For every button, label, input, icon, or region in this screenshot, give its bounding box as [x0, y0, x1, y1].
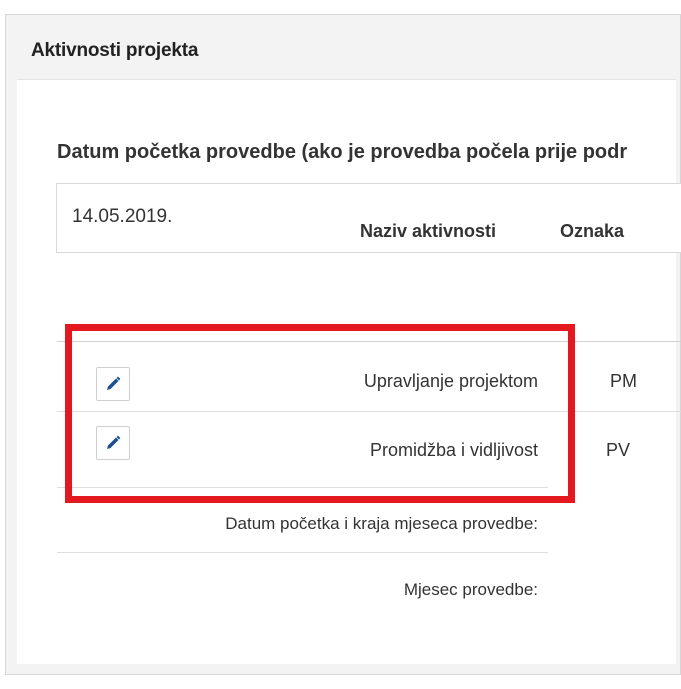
start-date-label: Datum početka provedbe (ako je provedba … — [57, 141, 628, 163]
field-divider — [57, 552, 548, 553]
row-divider — [57, 411, 681, 412]
edit-activity-button[interactable] — [96, 367, 130, 401]
column-header-code: Oznaka — [560, 221, 625, 241]
panel-title: Aktivnosti projekta — [31, 40, 199, 61]
activity-name: Upravljanje projektom — [363, 371, 538, 391]
activity-name: Promidžba i vidljivost — [369, 440, 538, 460]
panel-header: Aktivnosti projekta — [17, 18, 676, 80]
start-date-value: 14.05.2019. — [72, 206, 173, 227]
edit-activity-button[interactable] — [96, 426, 130, 460]
header-divider — [57, 341, 681, 342]
column-header-activity-name: Naziv aktivnosti — [360, 221, 497, 241]
activity-code: PV — [606, 440, 631, 460]
row-divider — [57, 487, 548, 488]
pencil-icon — [107, 376, 121, 390]
implementation-month-label: Mjesec provedbe: — [403, 580, 538, 599]
activity-code: PM — [610, 371, 637, 391]
start-end-month-label: Datum početka i kraja mjeseca provedbe: — [225, 514, 538, 533]
pencil-icon — [107, 435, 121, 449]
start-date-field[interactable]: 14.05.2019. — [56, 183, 681, 253]
